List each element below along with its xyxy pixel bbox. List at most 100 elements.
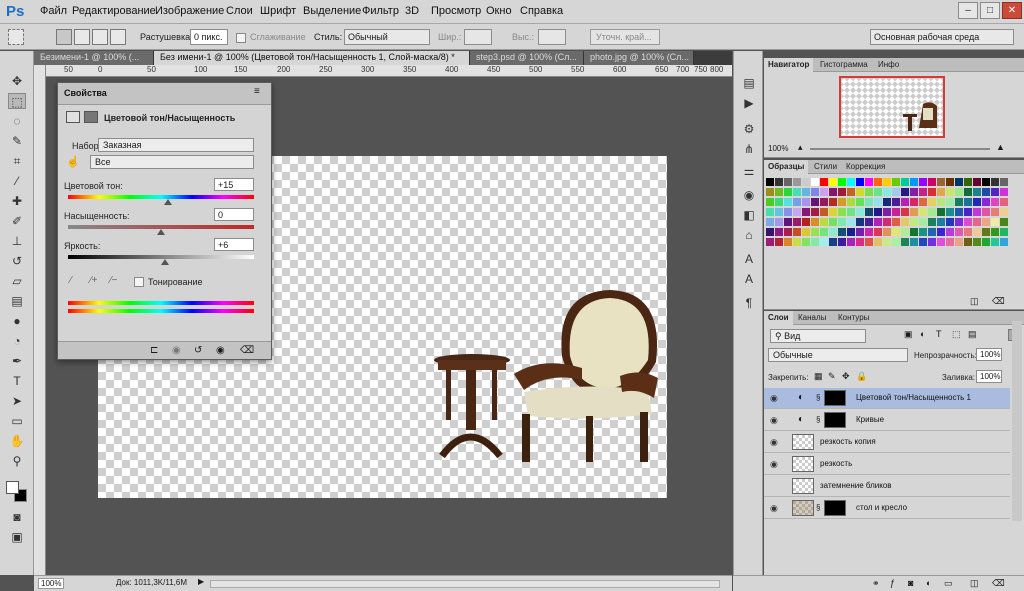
filter-pixel-icon[interactable]: ▣ <box>904 329 913 340</box>
color-swatch[interactable] <box>982 208 990 216</box>
color-swatch[interactable] <box>901 178 909 186</box>
color-swatch[interactable] <box>856 238 864 246</box>
visibility-eye-icon[interactable]: ◉ <box>770 437 778 448</box>
color-swatch[interactable] <box>946 208 954 216</box>
layer-row[interactable]: ◉ затемнение бликов <box>764 476 1010 497</box>
color-swatch[interactable] <box>982 178 990 186</box>
ruler-vertical[interactable] <box>34 65 46 575</box>
color-swatch[interactable] <box>892 208 900 216</box>
color-swatch[interactable] <box>946 238 954 246</box>
color-swatch[interactable] <box>973 218 981 226</box>
tab-document-3[interactable]: step3.psd @ 100% (Сл... <box>470 51 584 65</box>
status-zoom-input[interactable]: 100% <box>38 578 64 589</box>
menu-window[interactable]: Окно <box>486 5 512 17</box>
tab-channels[interactable]: Каналы <box>794 311 830 325</box>
quick-selection-tool-icon[interactable]: ✎ <box>8 133 26 149</box>
color-swatch[interactable] <box>775 238 783 246</box>
tab-document-1[interactable]: Безимени-1 @ 100% (... <box>34 51 154 65</box>
color-swatch[interactable] <box>919 208 927 216</box>
tab-layers[interactable]: Слои <box>764 311 793 325</box>
color-swatch[interactable] <box>802 198 810 206</box>
color-swatch[interactable] <box>892 218 900 226</box>
layer-name[interactable]: Кривые <box>856 415 884 424</box>
delete-layer-icon[interactable]: ⌫ <box>992 578 1005 589</box>
color-swatch[interactable] <box>775 198 783 206</box>
color-swatch[interactable] <box>766 188 774 196</box>
eyedropper-minus-icon[interactable]: ⁄− <box>110 275 118 286</box>
color-swatch[interactable] <box>901 238 909 246</box>
kuler-icon[interactable]: ◉ <box>741 187 757 203</box>
color-swatch[interactable] <box>775 178 783 186</box>
move-tool-icon[interactable]: ✥ <box>8 73 26 89</box>
color-swatch[interactable] <box>910 238 918 246</box>
color-swatch[interactable] <box>973 208 981 216</box>
color-swatch[interactable] <box>874 218 882 226</box>
color-swatch[interactable] <box>766 218 774 226</box>
layer-filter-select[interactable]: ⚲ Вид <box>770 329 866 343</box>
swatch-grid[interactable] <box>766 178 1016 252</box>
color-swatch[interactable] <box>874 228 882 236</box>
lock-transparency-icon[interactable]: ▦ <box>814 371 823 382</box>
color-swatch[interactable] <box>946 198 954 206</box>
feather-input[interactable]: 0 пикс. <box>190 29 228 45</box>
document-size[interactable]: Док: 1011,3K/11,6M <box>116 578 187 587</box>
color-swatch[interactable] <box>982 228 990 236</box>
layers-scrollbar[interactable] <box>1012 321 1022 521</box>
character-styles-icon[interactable]: A <box>741 271 757 287</box>
brush-presets-icon[interactable]: ⚙ <box>741 121 757 137</box>
color-swatch[interactable] <box>1000 198 1008 206</box>
pen-tool-icon[interactable]: ✒ <box>8 353 26 369</box>
reset-icon[interactable]: ↺ <box>194 345 202 356</box>
visibility-eye-icon[interactable]: ◉ <box>770 459 778 470</box>
layer-thumbnail[interactable] <box>792 478 814 494</box>
ruler-horizontal[interactable]: 50 0 50 100 150 200 250 300 350 400 450 … <box>34 65 732 77</box>
layer-row[interactable]: ◉ ◐ § Цветовой тон/Насыщенность 1 <box>764 388 1010 409</box>
layer-name[interactable]: резкость копия <box>820 437 876 446</box>
color-swatch[interactable] <box>955 208 963 216</box>
color-swatch[interactable] <box>856 228 864 236</box>
color-swatch[interactable] <box>829 188 837 196</box>
brush-tool-icon[interactable]: ✐ <box>8 213 26 229</box>
color-swatch[interactable] <box>883 208 891 216</box>
tab-histogram[interactable]: Гистограмма <box>816 58 872 72</box>
filter-smart-object-icon[interactable]: ▤ <box>968 329 977 340</box>
lock-image-icon[interactable]: ✎ <box>828 371 836 382</box>
color-swatch[interactable] <box>883 228 891 236</box>
color-swatch[interactable] <box>847 208 855 216</box>
color-swatch[interactable] <box>919 198 927 206</box>
lightness-input[interactable]: +6 <box>214 238 254 251</box>
visibility-eye-icon[interactable]: ◉ <box>770 503 778 514</box>
color-swatch[interactable] <box>766 178 774 186</box>
menu-type[interactable]: Шрифт <box>260 5 296 17</box>
color-swatch[interactable] <box>955 228 963 236</box>
lightness-slider-thumb[interactable] <box>160 259 169 265</box>
color-swatch[interactable] <box>991 218 999 226</box>
filter-type-icon[interactable]: T <box>936 329 942 339</box>
layer-mask-thumbnail[interactable] <box>824 390 846 406</box>
zoom-out-icon[interactable]: ▴ <box>798 142 803 153</box>
color-swatch[interactable] <box>955 218 963 226</box>
color-swatch[interactable] <box>775 218 783 226</box>
color-swatch[interactable] <box>766 228 774 236</box>
color-swatch[interactable] <box>865 188 873 196</box>
color-swatch[interactable] <box>829 198 837 206</box>
color-swatch[interactable] <box>955 178 963 186</box>
color-swatch[interactable] <box>811 178 819 186</box>
color-swatch[interactable] <box>874 178 882 186</box>
color-swatch[interactable] <box>1000 218 1008 226</box>
color-swatch[interactable] <box>901 218 909 226</box>
menu-filter[interactable]: Фильтр <box>362 5 399 17</box>
marquee-tool-icon[interactable]: ⬚ <box>8 93 26 109</box>
height-input[interactable] <box>538 29 566 45</box>
layer-style-fx-icon[interactable]: ƒ <box>890 578 895 588</box>
hand-tool-icon[interactable]: ✋ <box>8 433 26 449</box>
eraser-tool-icon[interactable]: ▱ <box>8 273 26 289</box>
color-swatch[interactable] <box>838 238 846 246</box>
color-swatch[interactable] <box>946 188 954 196</box>
color-swatch[interactable] <box>982 238 990 246</box>
color-swatch[interactable] <box>910 228 918 236</box>
color-swatch[interactable] <box>955 198 963 206</box>
new-selection-icon[interactable] <box>56 29 72 45</box>
color-swatch[interactable] <box>829 208 837 216</box>
screen-mode-icon[interactable]: ▣ <box>8 529 26 545</box>
